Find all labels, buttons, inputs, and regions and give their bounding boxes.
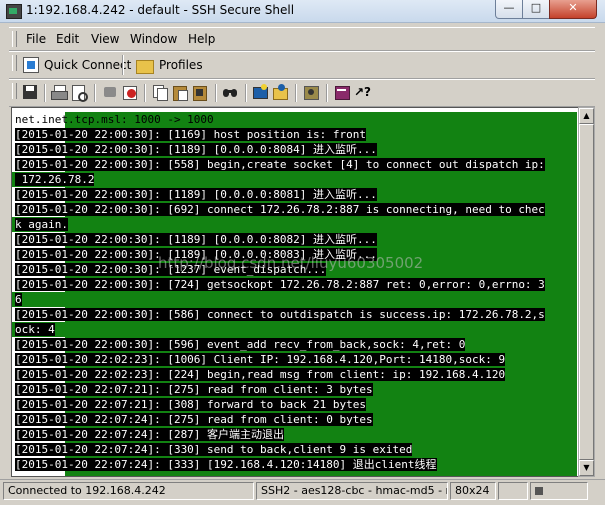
terminal-line: [2015-01-20 22:07:24]: [287] 客户端主动退出 bbox=[15, 428, 285, 441]
status-panel-icons bbox=[530, 482, 588, 500]
toolbar: ↗? bbox=[9, 79, 595, 107]
terminal-line: [2015-01-20 22:07:21]: [308] forward to … bbox=[15, 398, 366, 411]
save-icon[interactable] bbox=[22, 84, 39, 101]
minimize-icon: — bbox=[503, 1, 515, 14]
terminal-line: [2015-01-20 22:00:30]: [596] event_add r… bbox=[15, 338, 466, 351]
maximize-icon: □ bbox=[530, 1, 542, 14]
profiles-icon[interactable] bbox=[303, 84, 320, 101]
scroll-down-button[interactable]: ▼ bbox=[579, 460, 594, 476]
new-file-transfer-icon[interactable] bbox=[272, 84, 289, 101]
terminal-green-block bbox=[12, 217, 577, 232]
toolbar-separator bbox=[326, 84, 328, 102]
profiles-label: Profiles bbox=[159, 58, 203, 72]
toolbar-separator bbox=[94, 84, 96, 102]
find-icon[interactable] bbox=[223, 84, 240, 101]
menu-help[interactable]: Help bbox=[188, 32, 215, 46]
quick-connect-button[interactable]: Quick Connect bbox=[23, 54, 131, 76]
terminal-line: [2015-01-20 22:00:30]: [1169] host posit… bbox=[15, 128, 366, 141]
close-button[interactable]: ✕ bbox=[549, 0, 597, 19]
terminal-green-block bbox=[12, 322, 577, 337]
toolbar-separator bbox=[44, 84, 46, 102]
terminal-line: [2015-01-20 22:00:30]: [692] connect 172… bbox=[15, 203, 545, 216]
terminal-line: [2015-01-20 22:00:30]: [1189] [0.0.0.0:8… bbox=[15, 188, 377, 201]
copy-icon[interactable] bbox=[152, 84, 169, 101]
window-title: 1:192.168.4.242 - default - SSH Secure S… bbox=[26, 3, 295, 17]
terminal-line: [2015-01-20 22:00:30]: [1189] [0.0.0.0:8… bbox=[15, 233, 377, 246]
status-bar: Connected to 192.168.4.242 SSH2 - aes128… bbox=[0, 479, 605, 505]
menu-window[interactable]: Window bbox=[130, 32, 177, 46]
terminal-line: [2015-01-20 22:07:24]: [275] read from c… bbox=[15, 413, 373, 426]
menu-bar: File Edit View Window Help bbox=[9, 27, 595, 51]
terminal-line: [2015-01-20 22:00:30]: [558] begin,creat… bbox=[15, 158, 545, 171]
quickbar-separator bbox=[122, 55, 124, 75]
terminal-line: [2015-01-20 22:00:30]: [724] getsockopt … bbox=[15, 278, 545, 291]
quickbar-grip[interactable] bbox=[12, 55, 17, 71]
lock-icon bbox=[535, 487, 543, 495]
close-icon: ✕ bbox=[568, 1, 578, 14]
toolbar-separator bbox=[245, 84, 247, 102]
toolbar-separator bbox=[215, 84, 217, 102]
menu-edit[interactable]: Edit bbox=[56, 32, 79, 46]
scroll-thumb[interactable] bbox=[579, 124, 594, 460]
arrow-down-icon: ▼ bbox=[583, 463, 590, 472]
menu-view[interactable]: View bbox=[91, 32, 119, 46]
terminal-line: 172.26.78.2 bbox=[15, 173, 95, 186]
connection-status: Connected to 192.168.4.242 bbox=[3, 482, 254, 500]
menu-file[interactable]: File bbox=[26, 32, 46, 46]
vertical-scrollbar[interactable]: ▲ ▼ bbox=[578, 107, 595, 477]
maximize-button[interactable]: □ bbox=[522, 0, 550, 19]
title-bar: 1:192.168.4.242 - default - SSH Secure S… bbox=[0, 0, 605, 23]
terminal-line: [2015-01-20 22:07:24]: [333] [192.168.4.… bbox=[15, 458, 437, 471]
toolbar-separator bbox=[295, 84, 297, 102]
terminal-line: [2015-01-20 22:07:21]: [275] read from c… bbox=[15, 383, 373, 396]
minimize-button[interactable]: — bbox=[495, 0, 523, 19]
arrow-up-icon: ▲ bbox=[583, 111, 590, 120]
terminal-line: [2015-01-20 22:00:30]: [586] connect to … bbox=[15, 308, 545, 321]
scroll-up-button[interactable]: ▲ bbox=[579, 108, 594, 124]
new-terminal-icon[interactable] bbox=[252, 84, 269, 101]
context-help-icon[interactable]: ↗? bbox=[354, 84, 371, 101]
terminal-line: [2015-01-20 22:02:23]: [224] begin,read … bbox=[15, 368, 506, 381]
folder-icon bbox=[136, 59, 154, 74]
terminal-line: k again. bbox=[15, 218, 68, 231]
settings-icon[interactable] bbox=[122, 84, 139, 101]
terminal-line: 6 bbox=[15, 293, 22, 306]
cipher-status: SSH2 - aes128-cbc - hmac-md5 - nc bbox=[256, 482, 448, 500]
toolbar-grip[interactable] bbox=[12, 83, 17, 99]
terminal-line: ock: 4 bbox=[15, 323, 55, 336]
terminal-app-icon[interactable] bbox=[6, 4, 22, 19]
terminal-green-block bbox=[12, 292, 577, 307]
disconnect-icon[interactable] bbox=[102, 84, 119, 101]
print-icon[interactable] bbox=[51, 84, 68, 101]
terminal-screen[interactable]: net.inet.tcp.msl: 1000 -> 1000 [2015-01-… bbox=[11, 107, 579, 477]
menubar-grip[interactable] bbox=[12, 31, 17, 47]
terminal-line: [2015-01-20 22:02:23]: [1006] Client IP:… bbox=[15, 353, 506, 366]
print-preview-icon[interactable] bbox=[71, 84, 88, 102]
paste-icon[interactable] bbox=[172, 84, 189, 101]
watermark: http://blog.csdn.net/liuyu60305002 bbox=[158, 254, 424, 272]
quick-connect-bar: Quick Connect Profiles bbox=[9, 51, 595, 79]
toolbar-separator bbox=[144, 84, 146, 102]
terminal-line: net.inet.tcp.msl: 1000 -> 1000 bbox=[15, 113, 214, 126]
help-icon[interactable] bbox=[334, 84, 351, 101]
profiles-button[interactable]: Profiles bbox=[136, 54, 203, 76]
terminal-line: [2015-01-20 22:00:30]: [1189] [0.0.0.0:8… bbox=[15, 143, 377, 156]
quick-connect-icon bbox=[23, 57, 39, 73]
paste-special-icon[interactable] bbox=[192, 84, 209, 101]
status-panel-empty bbox=[498, 482, 528, 500]
quick-connect-label: Quick Connect bbox=[44, 58, 132, 72]
terminal-line: [2015-01-20 22:07:24]: [330] send to bac… bbox=[15, 443, 413, 456]
terminal-size: 80x24 bbox=[450, 482, 496, 500]
terminal-green-block bbox=[12, 172, 577, 187]
